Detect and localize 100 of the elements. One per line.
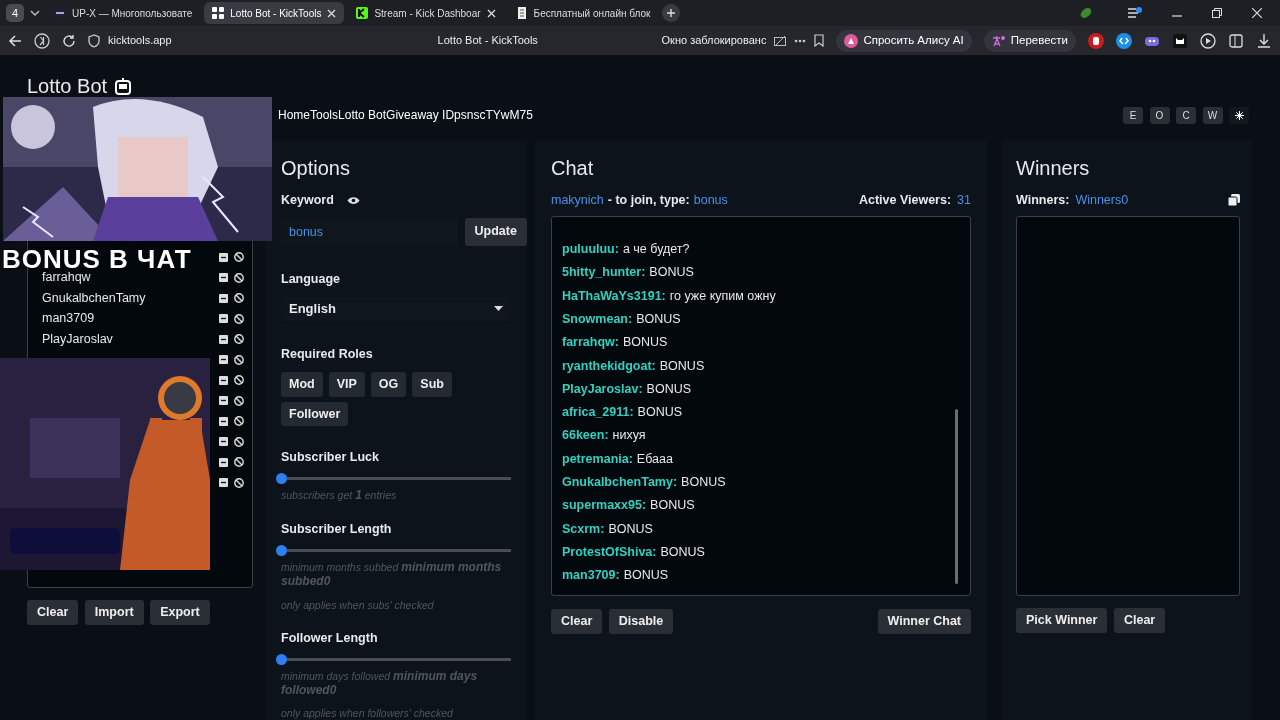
tab-counter[interactable]: 4: [6, 4, 24, 22]
role-toggle[interactable]: Mod: [281, 371, 323, 397]
minus-icon[interactable]: [219, 416, 228, 426]
breadcrumb-link[interactable]: Giveaway ID: [386, 106, 455, 124]
chat-username: ProtestOfShiva:: [562, 543, 657, 561]
play-icon[interactable]: [1200, 32, 1216, 49]
alice-icon: [844, 33, 859, 48]
theme-button[interactable]: O: [1149, 106, 1170, 124]
sidebar-icon[interactable]: [1228, 32, 1244, 49]
sun-icon: [1234, 110, 1244, 120]
breadcrumb-link[interactable]: Tools: [310, 106, 339, 124]
browser-tab[interactable]: Бесплатный онлайн блок: [507, 2, 659, 24]
slider-thumb[interactable]: [276, 473, 287, 485]
minus-icon[interactable]: [219, 457, 228, 467]
entrants-action-button[interactable]: Import: [84, 600, 144, 625]
more-icon[interactable]: [794, 38, 807, 43]
minus-icon[interactable]: [219, 396, 228, 406]
winners-action-button[interactable]: Pick Winner: [1016, 607, 1108, 633]
chat-username: HaThaWaYs3191:: [562, 287, 666, 305]
ban-icon[interactable]: [234, 436, 244, 447]
url-text[interactable]: kicktools.app: [108, 32, 172, 49]
blocked-window-icon[interactable]: [774, 34, 787, 47]
section-title: Chat: [551, 156, 595, 181]
close-icon[interactable]: [486, 8, 496, 18]
role-toggle[interactable]: OG: [370, 371, 407, 397]
chat-message: BONUS: [622, 334, 668, 352]
chat-username: GnukalbchenTamy:: [562, 474, 678, 491]
plus-icon[interactable]: [662, 4, 681, 22]
ban-icon[interactable]: [234, 334, 244, 345]
role-toggle[interactable]: Follower: [281, 401, 349, 427]
back-icon[interactable]: [8, 33, 22, 48]
role-toggle[interactable]: Sub: [412, 371, 452, 397]
minus-icon[interactable]: [219, 375, 228, 385]
ban-icon[interactable]: [234, 272, 244, 283]
role-toggle[interactable]: VIP: [328, 371, 365, 397]
breadcrumb-link[interactable]: psnscTYwM75: [454, 106, 533, 124]
close-icon[interactable]: [327, 8, 337, 18]
ban-icon[interactable]: [234, 457, 244, 468]
entrants-action-button[interactable]: Export: [150, 600, 210, 625]
translate-button[interactable]: Перевести: [983, 29, 1076, 52]
theme-button[interactable]: W: [1202, 106, 1223, 124]
slider-note: only applies when subs' checked: [281, 598, 435, 612]
bookmark-icon[interactable]: [814, 34, 825, 47]
reload-icon[interactable]: [62, 33, 76, 48]
minus-icon[interactable]: [219, 334, 228, 344]
browser-tab[interactable]: UP-X — Многопользовате: [46, 2, 201, 24]
menu-icon[interactable]: [1128, 7, 1142, 19]
winners-action-button[interactable]: Clear: [1113, 607, 1166, 633]
chat-message: BONUS: [637, 404, 683, 422]
minus-icon[interactable]: [219, 273, 228, 283]
theme-toggle-button[interactable]: [1229, 106, 1249, 124]
shield-icon: [88, 33, 100, 48]
minus-icon[interactable]: [219, 437, 228, 447]
robot-icon: [115, 77, 132, 95]
minus-icon[interactable]: [219, 314, 228, 324]
breadcrumb-link[interactable]: Lotto Bot: [338, 106, 387, 124]
minus-icon[interactable]: [219, 478, 228, 488]
entrants-action-button[interactable]: Clear: [27, 600, 79, 625]
overlay-caption: BONUS В ЧАТ: [2, 249, 192, 270]
winner-chat-button[interactable]: Winner Chat: [877, 608, 971, 634]
browser-tab[interactable]: Stream - Kick Dashboar: [348, 2, 504, 24]
restore-icon[interactable]: [1212, 8, 1222, 18]
ban-icon[interactable]: [234, 354, 244, 365]
yandex-icon[interactable]: [34, 32, 50, 49]
section-title: Options: [281, 156, 351, 181]
slider-label: Subscriber Luck: [281, 449, 380, 467]
theme-button[interactable]: E: [1123, 106, 1143, 124]
download-icon[interactable]: [1256, 32, 1272, 49]
ban-icon[interactable]: [234, 395, 244, 406]
minus-icon[interactable]: [219, 252, 228, 262]
chat-username: 5hitty_hunter:: [562, 264, 646, 282]
leaf-icon[interactable]: [1080, 7, 1092, 19]
alice-button[interactable]: Спросить Алису AI: [836, 29, 972, 52]
ban-icon[interactable]: [234, 293, 244, 304]
close-icon[interactable]: [1252, 8, 1262, 18]
minus-icon[interactable]: [219, 355, 228, 365]
chat-message: BONUS: [636, 310, 681, 328]
entrant-name: man3709: [42, 310, 96, 328]
ban-icon[interactable]: [234, 477, 244, 488]
chat-message: а че будет?: [622, 241, 690, 258]
scrollbar-thumb[interactable]: [955, 408, 958, 584]
chat-action-button[interactable]: Clear: [551, 608, 603, 634]
slider-thumb[interactable]: [276, 545, 287, 556]
slider-thumb[interactable]: [276, 653, 287, 665]
channel-link[interactable]: makynich: [551, 191, 604, 210]
theme-button[interactable]: C: [1176, 106, 1196, 124]
ban-icon[interactable]: [234, 375, 244, 386]
eye-icon[interactable]: [346, 195, 360, 205]
slider-help: subscribers get 1 entries: [281, 487, 398, 503]
browser-tab[interactable]: Lotto Bot - KickTools: [204, 2, 345, 24]
breadcrumb-link[interactable]: Home: [278, 106, 310, 124]
chat-action-button[interactable]: Disable: [608, 608, 674, 634]
popup-blocked-notice[interactable]: Окно заблокированс: [661, 32, 767, 49]
ban-icon[interactable]: [234, 416, 244, 427]
ban-icon[interactable]: [234, 252, 244, 263]
minus-icon[interactable]: [219, 293, 228, 303]
update-button[interactable]: Update: [464, 217, 527, 246]
ban-icon[interactable]: [234, 313, 244, 324]
chat-username: ryanthekidgoat:: [562, 357, 656, 375]
copy-icon[interactable]: [1228, 194, 1240, 207]
